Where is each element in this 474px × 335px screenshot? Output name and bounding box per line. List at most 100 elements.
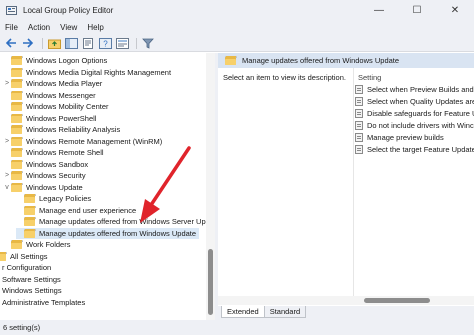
tree-item[interactable]: Windows Messenger — [3, 90, 96, 102]
tree-item-label: Work Folders — [26, 240, 71, 250]
tree-item-label: Windows Media Player — [26, 79, 103, 89]
tree-expander[interactable]: > — [3, 80, 11, 87]
tree-item[interactable]: Windows Media Digital Rights Management — [3, 67, 171, 79]
policy-setting-icon — [355, 145, 363, 155]
status-bar: 6 setting(s) — [0, 320, 474, 335]
tree-expander[interactable]: > — [3, 172, 11, 179]
details-header: Manage updates offered from Windows Upda… — [218, 53, 474, 68]
policy-setting-icon — [355, 109, 363, 119]
help-icon[interactable]: ? — [98, 37, 112, 50]
tree-item[interactable]: Administrative Templates — [2, 297, 85, 309]
back-icon[interactable] — [4, 37, 18, 50]
policy-setting-icon — [355, 97, 363, 107]
tree-item-selected[interactable]: Manage updates offered from Windows Upda… — [16, 227, 200, 239]
show-hide-tree-icon[interactable] — [64, 37, 78, 50]
setting-row[interactable]: Select the target Feature Update — [355, 144, 474, 156]
tree-item-windows-update[interactable]: v Windows Update — [3, 182, 83, 194]
tree-item[interactable]: Manage end user experience — [16, 205, 136, 217]
setting-row[interactable]: Do not include drivers with Winc — [355, 120, 474, 132]
details-scrollbar-thumb[interactable] — [364, 298, 430, 303]
tree-item-label: r Configuration — [2, 263, 52, 273]
tree-item[interactable]: Manage updates offered from Windows Serv… — [16, 216, 210, 228]
tree-item[interactable]: Work Folders — [3, 239, 70, 251]
tree-item[interactable]: Windows Settings — [2, 285, 62, 297]
tree-item[interactable]: Windows Logon Options — [3, 55, 107, 67]
tree-expander[interactable]: v — [3, 184, 11, 191]
folder-icon — [11, 148, 23, 158]
menu-help[interactable]: Help — [82, 23, 108, 32]
setting-label: Select when Preview Builds and F — [367, 85, 474, 95]
menu-action[interactable]: Action — [23, 23, 55, 32]
tree-item-label: Windows Reliability Analysis — [26, 125, 121, 135]
folder-icon — [24, 194, 36, 204]
menu-bar: File Action View Help — [0, 20, 474, 35]
tree-item[interactable]: Windows Reliability Analysis — [3, 124, 120, 136]
folder-icon — [11, 56, 23, 66]
menu-view[interactable]: View — [55, 23, 82, 32]
filter-icon[interactable] — [141, 37, 155, 50]
up-folder-icon[interactable] — [47, 37, 61, 50]
properties-icon[interactable] — [115, 37, 129, 50]
setting-row[interactable]: Select when Preview Builds and F — [355, 84, 474, 96]
setting-label: Manage preview builds — [367, 133, 444, 143]
tree-scrollbar-thumb[interactable] — [208, 249, 213, 315]
tree-pane[interactable]: Windows Logon Options Windows Media Digi… — [0, 53, 215, 320]
folder-icon — [0, 251, 7, 261]
folder-icon — [11, 159, 23, 169]
setting-label: Select when Quality Updates are — [367, 97, 474, 107]
folder-icon — [24, 217, 36, 227]
tree-item[interactable]: Windows Sandbox — [3, 159, 88, 171]
tree-item-label: Manage updates offered from Windows Upda… — [39, 228, 197, 238]
tree-item-label: Windows Mobility Center — [26, 102, 109, 112]
tab-extended[interactable]: Extended — [221, 306, 265, 318]
tree-item-label: Windows Remote Shell — [26, 148, 104, 158]
toolbar-separator — [136, 37, 137, 49]
setting-row[interactable]: Select when Quality Updates are — [355, 96, 474, 108]
folder-icon — [11, 171, 23, 181]
folder-icon — [24, 228, 36, 238]
tree-item[interactable]: > Windows Security — [3, 170, 86, 182]
open-folder-icon — [11, 182, 23, 192]
policy-setting-icon — [355, 133, 363, 143]
details-header-title: Manage updates offered from Windows Upda… — [242, 56, 400, 65]
export-list-icon[interactable] — [81, 37, 95, 50]
minimize-button[interactable]: — — [360, 0, 398, 20]
maximize-button[interactable]: ☐ — [398, 0, 436, 20]
tree-expander[interactable]: > — [3, 138, 11, 145]
folder-icon — [11, 125, 23, 135]
tree-item[interactable]: Windows PowerShell — [3, 113, 96, 125]
tree-item[interactable]: All Settings — [0, 251, 48, 263]
tree-item[interactable]: Windows Mobility Center — [3, 101, 109, 113]
tree-item[interactable]: > Windows Remote Management (WinRM) — [3, 136, 162, 148]
folder-icon — [11, 136, 23, 146]
setting-column-header[interactable]: Setting — [358, 73, 381, 82]
setting-row[interactable]: Manage preview builds — [355, 132, 444, 144]
policy-setting-icon — [355, 85, 363, 95]
menu-file[interactable]: File — [0, 23, 23, 32]
tree-item-label: Manage end user experience — [39, 205, 137, 215]
setting-row[interactable]: Disable safeguards for Feature U — [355, 108, 474, 120]
tree-item-label: Administrative Templates — [2, 297, 86, 307]
close-button[interactable]: ✕ — [436, 0, 474, 20]
status-text: 6 setting(s) — [3, 323, 41, 332]
tree-item[interactable]: Windows Remote Shell — [3, 147, 104, 159]
details-horizontal-scrollbar[interactable] — [218, 296, 474, 305]
tree-item[interactable]: > Windows Media Player — [3, 78, 102, 90]
folder-icon — [11, 240, 23, 250]
tab-standard[interactable]: Standard — [263, 306, 307, 318]
column-separator — [353, 68, 354, 305]
tree-item[interactable]: Legacy Policies — [16, 193, 91, 205]
tree-item-label: Windows Media Digital Rights Management — [26, 67, 172, 77]
tree-item-label: Software Settings — [2, 274, 61, 284]
tree-item-label: Windows Settings — [2, 286, 62, 296]
svg-text:?: ? — [103, 39, 108, 48]
tree-scrollbar[interactable] — [206, 53, 215, 320]
tree-item-label: All Settings — [10, 251, 48, 261]
forward-icon[interactable] — [21, 37, 35, 50]
description-text: Select an item to view its description. — [223, 73, 346, 82]
setting-label: Disable safeguards for Feature U — [367, 109, 474, 119]
tree-item[interactable]: Software Settings — [2, 274, 61, 286]
tree-item[interactable]: r Configuration — [2, 262, 51, 274]
details-pane: Manage updates offered from Windows Upda… — [218, 53, 474, 320]
tree-item-label: Windows Logon Options — [26, 56, 108, 66]
